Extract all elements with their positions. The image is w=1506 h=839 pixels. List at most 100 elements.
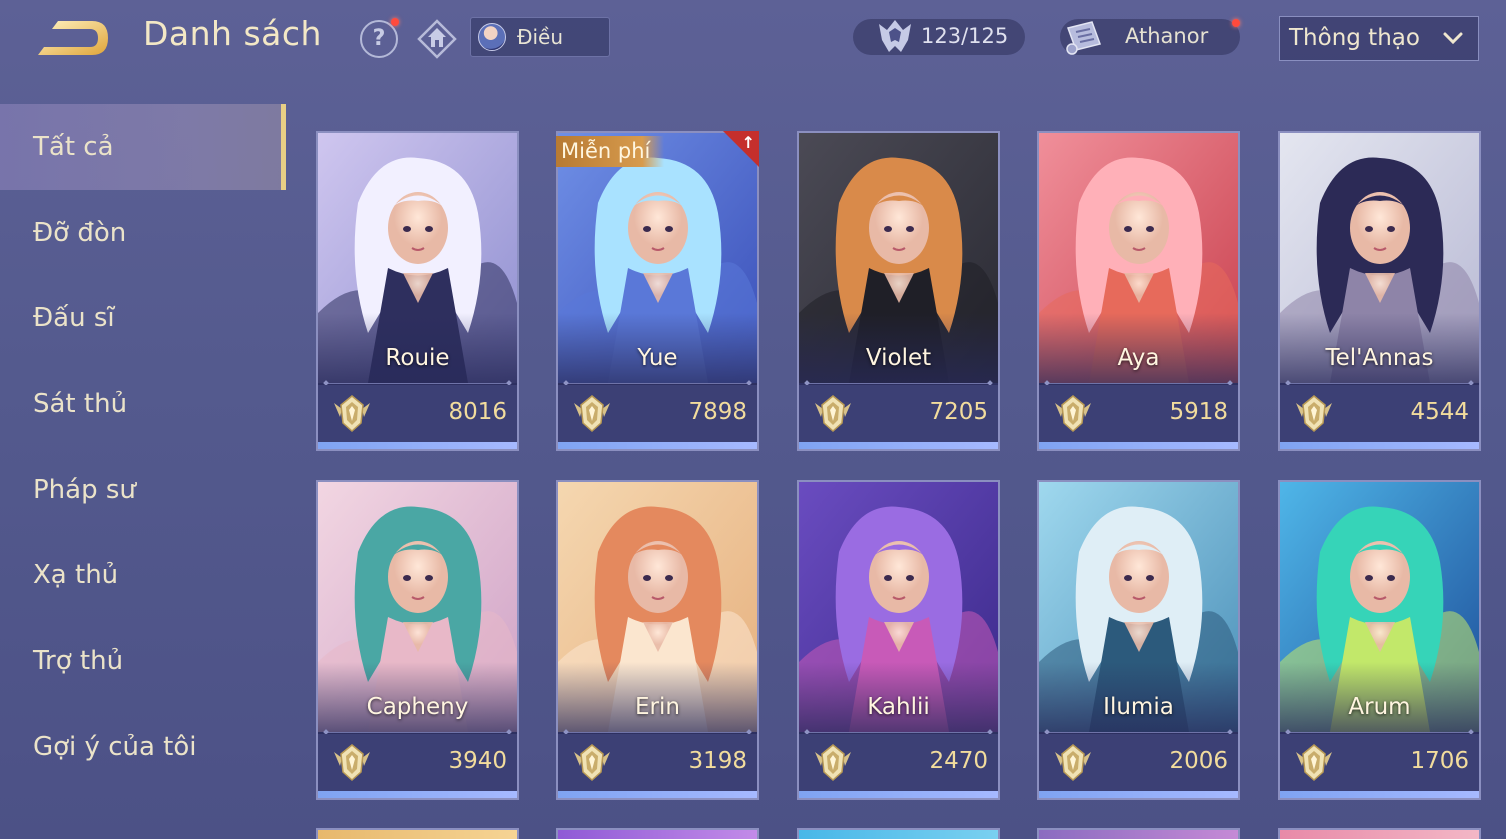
hero-name: Kahlii bbox=[867, 694, 930, 720]
mastery-progress-fill bbox=[799, 442, 998, 449]
top-bar: Danh sách ? Điều 123/125 Athanor Thông t… bbox=[0, 0, 1506, 80]
sidebar-item-label: Sát thủ bbox=[33, 388, 128, 419]
mastery-progress-fill bbox=[1280, 791, 1479, 798]
mastery-points: 4544 bbox=[1410, 399, 1469, 425]
hero-name: Yue bbox=[637, 345, 678, 371]
filter-label: Điều bbox=[517, 25, 564, 49]
mastery-row: 1706 bbox=[1280, 734, 1479, 792]
sidebar-item-marksman[interactable]: Xạ thủ bbox=[0, 532, 290, 618]
hero-card[interactable]: Tel'Annas 4544 bbox=[1278, 131, 1481, 451]
hero-count-badge: 123/125 bbox=[853, 19, 1025, 55]
mastery-progress-bar bbox=[799, 442, 998, 449]
hero-card[interactable]: Erin 3198 bbox=[556, 480, 759, 800]
hero-name: Aya bbox=[1117, 345, 1160, 371]
hero-name: Tel'Annas bbox=[1325, 345, 1434, 371]
page-title: Danh sách bbox=[143, 14, 322, 53]
card-divider bbox=[1286, 732, 1473, 733]
rank-filter-icon bbox=[417, 19, 457, 59]
mastery-row: 3940 bbox=[318, 734, 517, 792]
mastery-progress-bar bbox=[799, 791, 998, 798]
sidebar-item-fighter[interactable]: Đấu sĩ bbox=[0, 275, 290, 361]
hero-card-frame: Tel'Annas 4544 bbox=[1278, 131, 1481, 451]
mastery-progress-fill bbox=[558, 442, 757, 449]
sidebar-item-tank[interactable]: Đỡ đòn bbox=[0, 190, 290, 276]
hero-crest-icon bbox=[879, 20, 911, 52]
mastery-progress-fill bbox=[318, 791, 517, 798]
hero-card-frame: Aya 5918 bbox=[1037, 131, 1240, 451]
hero-card-frame: Violet 7205 bbox=[797, 131, 1000, 451]
card-divider bbox=[564, 732, 751, 733]
sidebar-item-label: Đấu sĩ bbox=[33, 303, 115, 334]
hero-card[interactable]: Ilumia 2006 bbox=[1037, 480, 1240, 800]
role-sidebar: Tất cả Đỡ đòn Đấu sĩ Sát thủ Pháp sư Xạ … bbox=[0, 104, 290, 790]
sidebar-item-support[interactable]: Trợ thủ bbox=[0, 618, 290, 704]
help-icon: ? bbox=[372, 26, 386, 51]
hero-card-partial[interactable] bbox=[797, 828, 1000, 839]
card-divider bbox=[805, 732, 992, 733]
hero-card[interactable]: Kahlii 2470 bbox=[797, 480, 1000, 800]
sidebar-item-label: Tất cả bbox=[33, 131, 114, 162]
card-divider bbox=[1286, 383, 1473, 384]
mastery-progress-fill bbox=[799, 791, 998, 798]
mastery-emblem-icon bbox=[815, 395, 851, 433]
back-button[interactable] bbox=[30, 14, 114, 62]
mastery-progress-fill bbox=[318, 442, 517, 449]
hero-card-partial[interactable] bbox=[1037, 828, 1240, 839]
hero-name: Arum bbox=[1348, 694, 1411, 720]
hero-name: Rouie bbox=[385, 345, 450, 371]
mastery-emblem-icon bbox=[1296, 744, 1332, 782]
mastery-points: 2470 bbox=[929, 748, 988, 774]
mastery-progress-fill bbox=[558, 791, 757, 798]
mastery-points: 8016 bbox=[448, 399, 507, 425]
hero-name: Ilumia bbox=[1103, 694, 1174, 720]
mastery-points: 3198 bbox=[688, 748, 747, 774]
back-arrow-icon bbox=[38, 21, 108, 55]
sort-dropdown[interactable]: Thông thạo bbox=[1279, 16, 1479, 61]
hero-card[interactable]: Yue 7898 Miễn phí ↑ bbox=[556, 131, 759, 451]
hero-card-partial[interactable] bbox=[1278, 828, 1481, 839]
rank-filter-button[interactable] bbox=[416, 18, 458, 60]
sidebar-item-label: Pháp sư bbox=[33, 474, 136, 505]
card-divider bbox=[805, 383, 992, 384]
mastery-progress-bar bbox=[558, 791, 757, 798]
card-divider bbox=[1045, 732, 1232, 733]
hero-count-text: 123/125 bbox=[921, 24, 1009, 48]
hero-card[interactable]: Rouie 8016 bbox=[316, 131, 519, 451]
hero-filter-box[interactable]: Điều bbox=[470, 17, 610, 57]
mastery-progress-bar bbox=[1280, 442, 1479, 449]
player-badge[interactable]: Athanor bbox=[1060, 19, 1240, 55]
hero-card[interactable]: Arum 1706 bbox=[1278, 480, 1481, 800]
mastery-emblem-icon bbox=[574, 395, 610, 433]
scroll-icon bbox=[1066, 21, 1101, 55]
mastery-row: 4544 bbox=[1280, 385, 1479, 443]
mastery-points: 1706 bbox=[1410, 748, 1469, 774]
sidebar-item-label: Xạ thủ bbox=[33, 560, 119, 591]
hero-card-partial[interactable] bbox=[556, 828, 759, 839]
chevron-down-icon bbox=[1443, 32, 1463, 45]
hero-card-partial[interactable] bbox=[316, 828, 519, 839]
sidebar-item-all[interactable]: Tất cả bbox=[0, 104, 286, 190]
mastery-row: 2470 bbox=[799, 734, 998, 792]
player-notification-dot bbox=[1232, 19, 1240, 27]
help-button[interactable]: ? bbox=[360, 20, 398, 58]
hero-name: Capheny bbox=[366, 694, 469, 720]
sidebar-item-label: Trợ thủ bbox=[33, 645, 124, 676]
mastery-progress-fill bbox=[1039, 791, 1238, 798]
hero-card-frame: Yue 7898 bbox=[556, 131, 759, 451]
hero-card-frame: Arum 1706 bbox=[1278, 480, 1481, 800]
mastery-points: 7898 bbox=[688, 399, 747, 425]
sidebar-item-mage[interactable]: Pháp sư bbox=[0, 447, 290, 533]
sidebar-item-assassin[interactable]: Sát thủ bbox=[0, 361, 290, 447]
mastery-row: 3198 bbox=[558, 734, 757, 792]
sidebar-item-suggested[interactable]: Gợi ý của tôi bbox=[0, 704, 290, 790]
player-name: Athanor bbox=[1125, 24, 1209, 48]
mastery-progress-bar bbox=[318, 791, 517, 798]
hero-card[interactable]: Violet 7205 bbox=[797, 131, 1000, 451]
mastery-row: 7205 bbox=[799, 385, 998, 443]
card-divider bbox=[324, 732, 511, 733]
sidebar-item-label: Gợi ý của tôi bbox=[33, 731, 197, 762]
hero-card[interactable]: Capheny 3940 bbox=[316, 480, 519, 800]
mastery-row: 8016 bbox=[318, 385, 517, 443]
hero-card[interactable]: Aya 5918 bbox=[1037, 131, 1240, 451]
mastery-emblem-icon bbox=[1296, 395, 1332, 433]
